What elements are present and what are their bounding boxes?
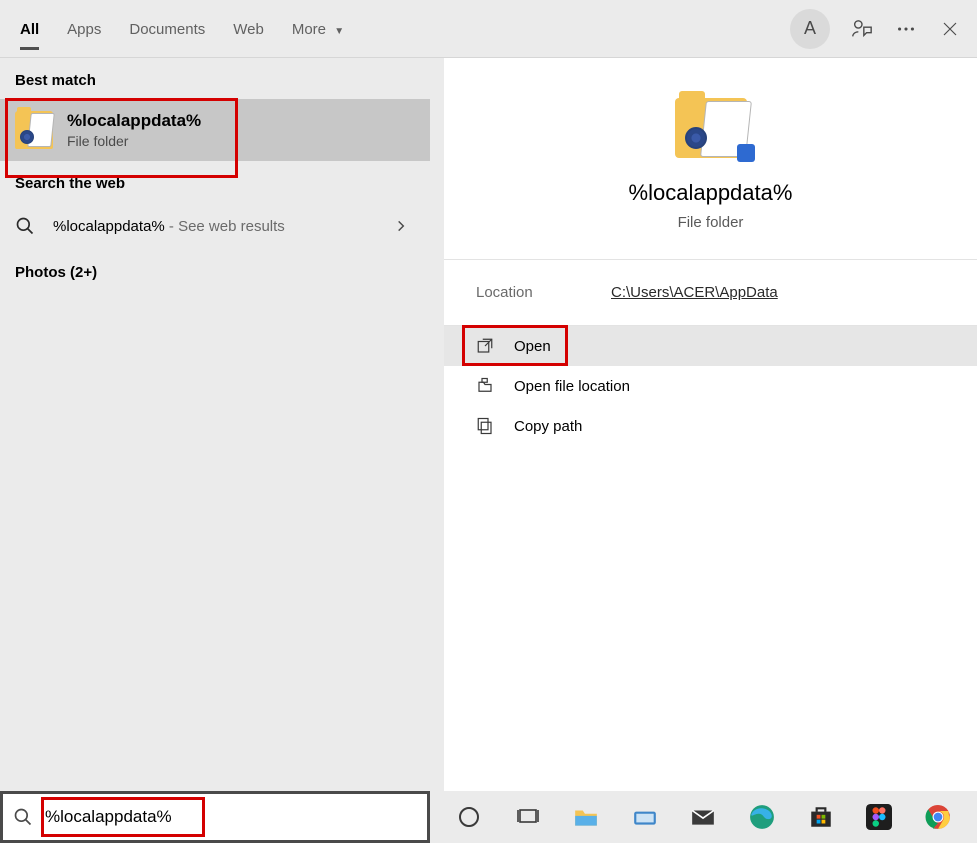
location-path-link[interactable]: C:\Users\ACER\AppData [611,284,778,301]
chevron-down-icon: ▼ [334,26,344,37]
web-result-suffix: - See web results [165,218,285,235]
tab-more[interactable]: More ▼ [292,3,344,54]
results-pane: Best match %localappdata% File folder Se… [0,58,430,791]
folder-icon [15,111,53,149]
search-tabs: All Apps Documents Web More ▼ [20,3,790,54]
tab-web[interactable]: Web [233,3,264,54]
more-options-icon[interactable] [894,17,918,41]
web-result-row[interactable]: %localappdata% - See web results [0,202,430,250]
search-icon [15,216,35,236]
open-location-icon [476,377,494,395]
search-tab-bar: All Apps Documents Web More ▼ A [0,0,977,58]
chrome-icon[interactable] [921,800,955,834]
best-match-text: %localappdata% File folder [67,111,201,149]
best-match-heading: Best match [0,58,430,99]
action-copy-path-label: Copy path [514,418,582,435]
copy-icon [476,417,494,435]
figma-icon[interactable] [862,800,896,834]
location-label: Location [476,284,611,301]
tab-documents[interactable]: Documents [129,3,205,54]
preview-header: %localappdata% File folder [444,58,977,260]
search-web-heading: Search the web [0,161,430,202]
photos-heading[interactable]: Photos (2+) [0,250,430,291]
action-open-label: Open [514,338,551,355]
feedback-icon[interactable] [850,17,874,41]
preview-subtitle: File folder [678,214,744,231]
tab-more-label: More [292,21,326,38]
open-icon [476,337,494,355]
best-match-subtitle: File folder [67,133,201,149]
tab-apps[interactable]: Apps [67,3,101,54]
action-open-location-label: Open file location [514,378,630,395]
taskbar-icons [430,800,977,834]
action-copy-path[interactable]: Copy path [444,406,977,446]
best-match-result[interactable]: %localappdata% File folder [0,99,430,161]
task-view-icon[interactable] [511,800,545,834]
cortana-icon[interactable] [452,800,486,834]
edge-icon[interactable] [745,800,779,834]
keyboard-app-icon[interactable] [628,800,662,834]
taskbar [0,791,977,843]
search-icon [13,807,33,827]
preview-pane: %localappdata% File folder Location C:\U… [444,58,977,791]
close-icon[interactable] [938,17,962,41]
mail-icon[interactable] [686,800,720,834]
taskbar-search[interactable] [0,791,430,843]
tab-all[interactable]: All [20,3,39,54]
preview-title: %localappdata% [629,180,793,206]
web-result-query: %localappdata% [53,218,165,235]
tab-bar-right: A [790,9,962,49]
search-input[interactable] [43,806,427,828]
location-row: Location C:\Users\ACER\AppData [444,260,977,326]
user-avatar[interactable]: A [790,9,830,49]
chevron-right-icon [394,219,408,233]
action-open[interactable]: Open [444,326,977,366]
file-explorer-icon[interactable] [569,800,603,834]
web-result-text: %localappdata% - See web results [53,218,415,235]
best-match-title: %localappdata% [67,111,201,131]
microsoft-store-icon[interactable] [804,800,838,834]
action-open-location[interactable]: Open file location [444,366,977,406]
folder-icon-large [675,98,747,158]
